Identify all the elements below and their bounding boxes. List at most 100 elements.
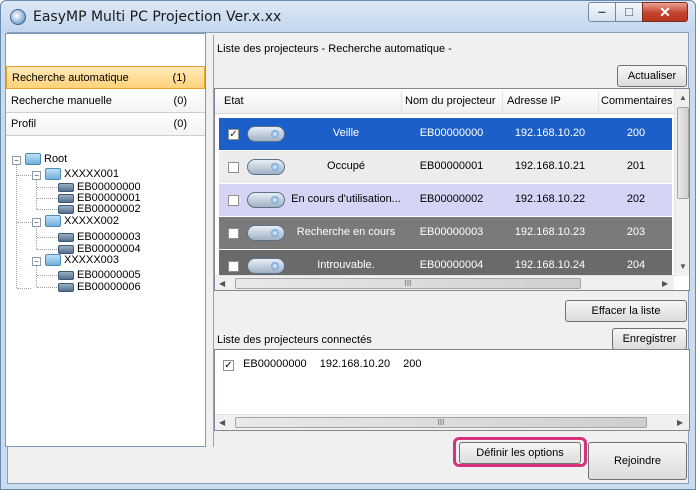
projector-status-icon: [247, 225, 285, 241]
projector-icon: [58, 244, 74, 254]
connected-checkbox[interactable]: ✓: [223, 360, 234, 371]
horizontal-scroll-thumb[interactable]: III: [235, 278, 581, 289]
row-name: EB00000004: [419, 259, 484, 271]
nav-auto-search-label: Recherche automatique: [12, 72, 129, 84]
tree-item-eb00000003[interactable]: EB00000003: [58, 231, 141, 243]
projector-icon: [58, 204, 74, 214]
folder-icon: [45, 254, 61, 267]
nav-auto-search[interactable]: Recherche automatique (1): [6, 66, 205, 89]
connected-list-title: Liste des projecteurs connectés: [217, 334, 372, 346]
vertical-scroll-thumb[interactable]: [677, 107, 689, 199]
nav-profile-count: (0): [173, 118, 187, 130]
table-row[interactable]: ✓ Veille EB00000000 192.168.10.20 200: [219, 118, 672, 150]
tree-root-expander[interactable]: −: [12, 156, 21, 165]
scroll-left-icon[interactable]: ◀: [219, 279, 225, 288]
scroll-left-icon[interactable]: ◀: [219, 418, 225, 427]
app-icon: [10, 9, 26, 25]
projector-icon: [58, 193, 74, 203]
clear-list-button[interactable]: Effacer la liste: [565, 300, 687, 322]
tree-group-1-expander[interactable]: −: [32, 171, 41, 180]
folder-icon: [25, 153, 41, 166]
row-status: En cours d'utilisation...: [291, 193, 401, 205]
connected-name: EB00000000: [243, 358, 307, 370]
row-ip: 192.168.10.21: [514, 160, 586, 172]
join-button[interactable]: Rejoindre: [588, 442, 687, 480]
table-row[interactable]: Occupé EB00000001 192.168.10.21 201: [219, 151, 672, 183]
connected-ip: 192.168.10.20: [319, 358, 391, 370]
minimize-button[interactable]: ‒: [588, 2, 616, 22]
row-status: Recherche en cours: [296, 226, 396, 238]
col-status[interactable]: Etat: [224, 95, 244, 107]
row-ip: 192.168.10.22: [514, 193, 586, 205]
projector-icon: [58, 182, 74, 192]
row-comment: 202: [626, 193, 646, 205]
connected-comment: 200: [403, 358, 422, 370]
row-comment: 203: [626, 226, 646, 238]
projector-icon: [58, 270, 74, 280]
projector-icon: [58, 282, 74, 292]
tree-group-2[interactable]: XXXXX002: [45, 215, 119, 228]
row-checkbox[interactable]: [228, 195, 239, 206]
table-row[interactable]: Recherche en cours EB00000003 192.168.10.2…: [219, 217, 672, 249]
row-status: Veille: [332, 127, 360, 139]
projector-list-title: Liste des projecteurs - Recherche automa…: [217, 43, 452, 55]
grid-horizontal-scrollbar[interactable]: ◀ III ▶: [215, 275, 674, 290]
minimize-icon: ‒: [598, 4, 606, 19]
nav-manual-search[interactable]: Recherche manuelle (0): [6, 90, 205, 113]
nav-auto-search-count: (1): [172, 72, 186, 84]
refresh-button[interactable]: Actualiser: [617, 65, 687, 87]
row-name: EB00000000: [419, 127, 484, 139]
grid-vertical-scrollbar[interactable]: ▲ ▼: [674, 89, 689, 276]
connected-scroll-thumb[interactable]: III: [235, 417, 647, 428]
row-comment: 204: [626, 259, 646, 271]
row-checkbox[interactable]: [228, 228, 239, 239]
title-bar[interactable]: EasyMP Multi PC Projection Ver.x.xx ‒ □ …: [1, 1, 695, 33]
tree-item-eb00000005[interactable]: EB00000005: [58, 269, 141, 281]
nav-manual-search-count: (0): [173, 95, 187, 107]
tree-group-1[interactable]: XXXXX001: [45, 168, 119, 181]
scroll-up-icon[interactable]: ▲: [679, 93, 687, 102]
nav-profile[interactable]: Profil (0): [6, 113, 205, 136]
tree-group-3[interactable]: XXXXX003: [45, 254, 119, 267]
close-button[interactable]: ✕: [642, 2, 688, 22]
connected-horizontal-scrollbar[interactable]: ◀ III ▶: [215, 414, 689, 430]
scroll-down-icon[interactable]: ▼: [679, 262, 687, 271]
connected-item[interactable]: ✓ EB00000000 192.168.10.20 200: [223, 358, 422, 371]
projector-status-icon: [247, 159, 285, 175]
row-name: EB00000003: [419, 226, 484, 238]
tree-root[interactable]: Root: [25, 153, 67, 166]
projector-icon: [58, 232, 74, 242]
row-ip: 192.168.10.20: [514, 127, 586, 139]
tree-item-eb00000006[interactable]: EB00000006: [58, 281, 141, 293]
row-name: EB00000001: [419, 160, 484, 172]
row-name: EB00000002: [419, 193, 484, 205]
row-ip: 192.168.10.23: [514, 226, 586, 238]
window-title: EasyMP Multi PC Projection Ver.x.xx: [33, 9, 282, 25]
folder-icon: [45, 168, 61, 181]
tree-group-3-expander[interactable]: −: [32, 257, 41, 266]
row-comment: 200: [626, 127, 646, 139]
col-name[interactable]: Nom du projecteur: [405, 95, 496, 107]
row-checkbox[interactable]: ✓: [228, 129, 239, 140]
grid-header: Etat Nom du projecteur Adresse IP Commen…: [215, 89, 674, 114]
row-status: Occupé: [327, 160, 365, 172]
left-panel-top: [6, 34, 205, 66]
set-options-button[interactable]: Définir les options: [459, 442, 581, 464]
col-comment[interactable]: Commentaires: [601, 95, 673, 107]
table-row[interactable]: En cours d'utilisation... EB00000002 192.1…: [219, 184, 672, 216]
row-ip: 192.168.10.24: [514, 259, 586, 271]
maximize-button[interactable]: □: [615, 2, 643, 22]
projector-status-icon: [247, 126, 285, 142]
maximize-icon: □: [625, 4, 633, 19]
row-checkbox[interactable]: [228, 261, 239, 272]
col-ip[interactable]: Adresse IP: [507, 95, 561, 107]
projector-status-icon: [247, 258, 285, 274]
save-button[interactable]: Enregistrer: [612, 328, 687, 350]
tree-group-2-expander[interactable]: −: [32, 218, 41, 227]
scroll-right-icon[interactable]: ▶: [677, 418, 683, 427]
row-checkbox[interactable]: [228, 162, 239, 173]
left-panel: Recherche automatique (1) Recherche manu…: [5, 33, 206, 447]
tree-item-eb00000002[interactable]: EB00000002: [58, 203, 141, 215]
close-icon: ✕: [659, 4, 671, 20]
scroll-right-icon[interactable]: ▶: [662, 279, 668, 288]
